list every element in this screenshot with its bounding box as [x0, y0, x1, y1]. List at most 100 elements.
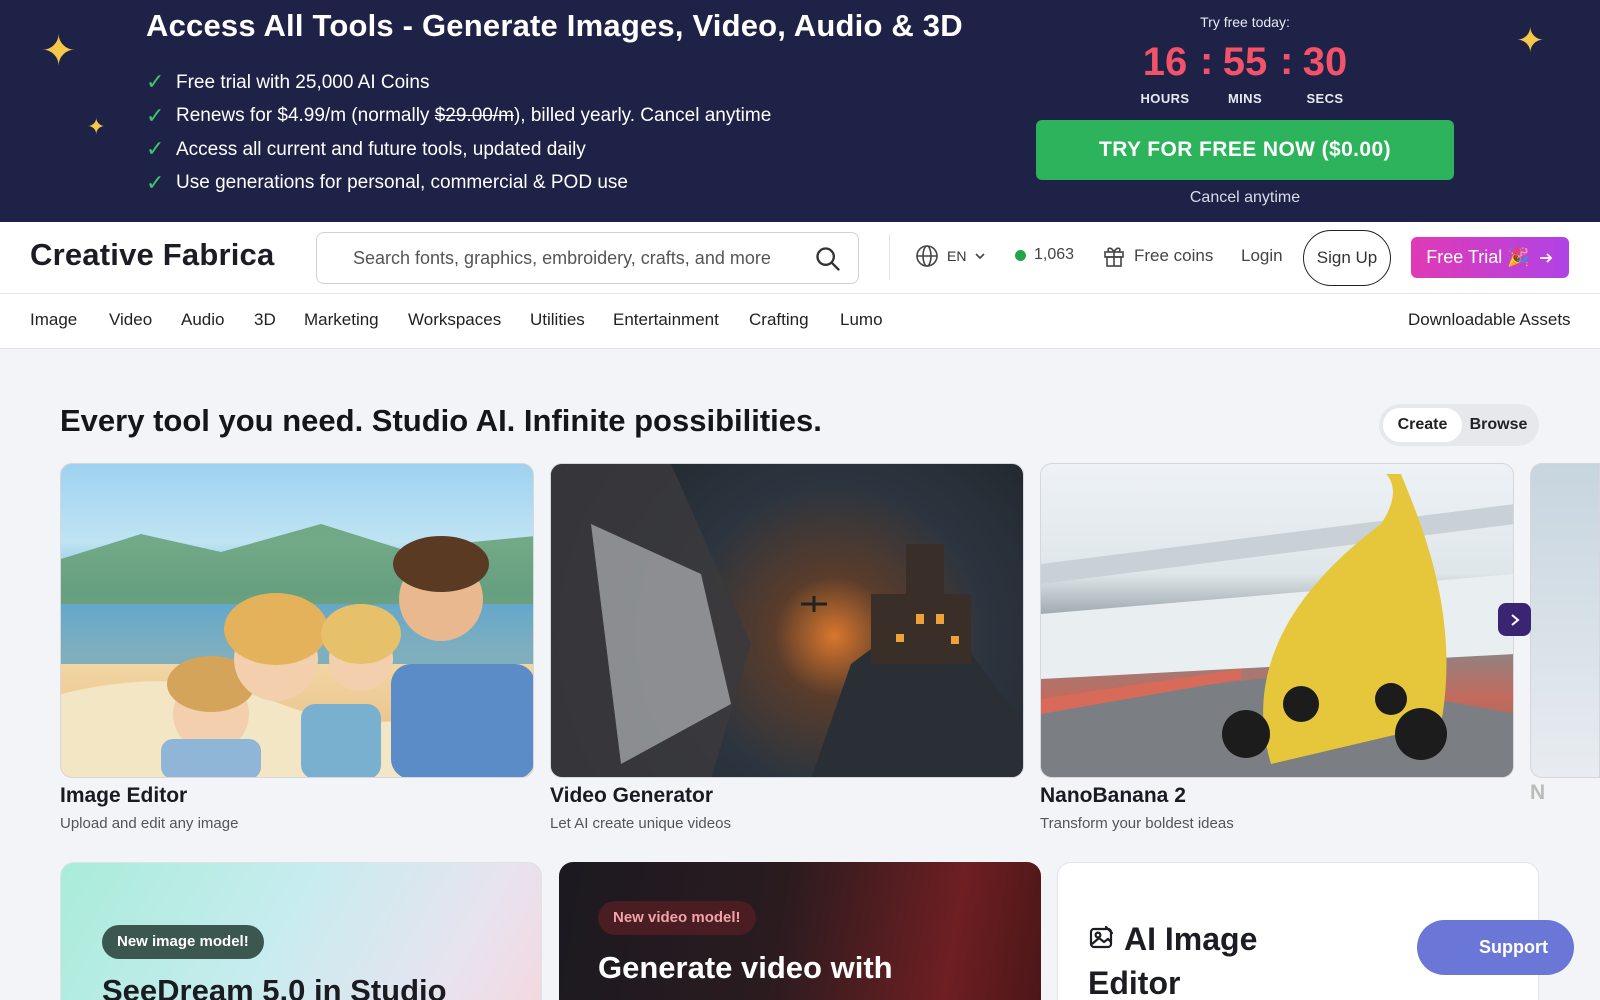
page-headline: Every tool you need. Studio AI. Infinite… — [60, 403, 822, 438]
timer-separator: : — [1200, 39, 1214, 83]
promo-benefit-text: Access all current and future tools, upd… — [176, 138, 586, 160]
cancel-anytime-text: Cancel anytime — [1189, 189, 1301, 206]
chevron-right-icon — [1510, 613, 1520, 626]
timer-mins: 55 MINS — [1210, 38, 1280, 106]
nav-item-downloadable-assets[interactable]: Downloadable Assets — [1408, 310, 1571, 330]
nav-item-marketing[interactable]: Marketing — [304, 310, 379, 330]
tool-card-subtitle: Let AI create unique videos — [550, 815, 731, 832]
tool-card-nanobanana[interactable]: NanoBanana 2 Transform your boldest idea… — [1040, 463, 1514, 832]
sparkle-icon: ✦ — [1516, 21, 1545, 61]
original-price: $29.00/m — [434, 105, 514, 127]
promo-card-video[interactable]: New video model! Generate video with — [559, 862, 1041, 1000]
nav-item-utilities[interactable]: Utilities — [530, 310, 585, 330]
new-model-badge: New video model! — [598, 901, 756, 935]
secs-label: SECS — [1306, 91, 1344, 106]
nav-item-3d[interactable]: 3D — [254, 310, 276, 330]
carousel-next-button[interactable] — [1498, 603, 1531, 636]
promo-title: Access All Tools - Generate Images, Vide… — [146, 8, 963, 43]
login-link[interactable]: Login — [1241, 246, 1283, 266]
timer-separator: : — [1280, 39, 1294, 83]
nav-item-lumo[interactable]: Lumo — [840, 310, 883, 330]
free-coins-label: Free coins — [1134, 246, 1214, 265]
tool-card-title: Image Editor — [60, 784, 188, 807]
globe-icon — [916, 245, 938, 267]
search-input[interactable] — [353, 247, 803, 269]
tool-card-video-generator[interactable]: Video Generator Let AI create unique vid… — [550, 463, 1024, 832]
nav-item-video[interactable]: Video — [109, 310, 152, 330]
castle-cliff-illustration — [551, 464, 1023, 777]
nav-item-audio[interactable]: Audio — [181, 310, 224, 330]
check-icon: ✓ — [146, 103, 165, 129]
arrow-right-icon — [1539, 252, 1552, 263]
tool-card-image-editor[interactable]: Image Editor Upload and edit any image — [60, 463, 534, 832]
category-nav: Image Video Audio 3D Marketing Workspace… — [0, 294, 1600, 349]
nav-item-image[interactable]: Image — [30, 310, 77, 330]
promo-banner: ✦ ✦ ✦ Access All Tools - Generate Images… — [0, 0, 1600, 222]
secs-value: 30 — [1302, 40, 1348, 84]
search-icon[interactable] — [814, 245, 842, 273]
header-divider — [889, 234, 890, 280]
check-icon: ✓ — [146, 170, 165, 196]
billing-text: ), billed yearly. Cancel anytime — [513, 105, 772, 127]
sign-up-button[interactable]: Sign Up — [1303, 230, 1391, 286]
countdown-timer: 16 HOURS : 55 MINS : 30 SECS — [1036, 38, 1454, 106]
create-browse-toggle: Create Browse — [1379, 404, 1539, 446]
tool-card-peek-title: N — [1530, 781, 1546, 804]
check-icon: ✓ — [146, 70, 165, 96]
online-dot-icon — [1015, 249, 1026, 261]
tool-card-subtitle: Upload and edit any image — [60, 815, 239, 832]
language-selector[interactable]: EN — [915, 244, 986, 268]
tool-card-thumbnail — [1040, 463, 1514, 778]
promo-benefits-list: ✓ Free trial with 25,000 AI Coins ✓ Rene… — [146, 66, 771, 200]
promo-benefit: ✓ Renews for $4.99/m (normally $29.00/m)… — [146, 100, 771, 134]
site-logo[interactable]: Creative Fabrica — [30, 237, 274, 273]
promo-card-title: AI Image Editor — [1088, 917, 1328, 1000]
site-header: Creative Fabrica EN 1,063 Free coins Log… — [0, 222, 1600, 294]
support-button[interactable]: Support — [1417, 920, 1574, 975]
banana-car-illustration — [1041, 474, 1513, 777]
nav-item-workspaces[interactable]: Workspaces — [408, 310, 501, 330]
promo-benefit: ✓ Access all current and future tools, u… — [146, 133, 771, 167]
tool-card-subtitle: Transform your boldest ideas — [1040, 815, 1234, 832]
countdown-panel: Try free today: 16 HOURS : 55 MINS : 30 … — [1036, 0, 1454, 222]
timer-hours: 16 HOURS — [1130, 38, 1200, 106]
check-icon: ✓ — [146, 137, 165, 163]
tool-card-thumbnail — [60, 463, 534, 778]
nav-item-entertainment[interactable]: Entertainment — [613, 310, 719, 330]
free-coins-link[interactable]: Free coins — [1103, 244, 1213, 268]
tool-card-peek[interactable] — [1530, 463, 1600, 778]
gift-icon — [1104, 247, 1124, 267]
tool-card-thumbnail — [550, 463, 1024, 778]
toggle-browse[interactable]: Browse — [1462, 408, 1535, 442]
sparkle-icon: ✦ — [87, 115, 106, 140]
promo-benefit: ✓ Free trial with 25,000 AI Coins — [146, 66, 771, 100]
hours-label: HOURS — [1140, 91, 1190, 106]
chevron-down-icon — [975, 253, 986, 260]
language-code: EN — [947, 248, 967, 264]
free-trial-button[interactable]: Free Trial 🎉 — [1411, 237, 1569, 278]
nav-item-crafting[interactable]: Crafting — [749, 310, 809, 330]
free-trial-label: Free Trial 🎉 — [1426, 247, 1530, 267]
new-model-badge: New image model! — [102, 925, 264, 959]
toggle-create[interactable]: Create — [1383, 408, 1462, 442]
mins-label: MINS — [1227, 91, 1263, 106]
price-text: Renews for $4.99/m (normally — [176, 105, 435, 127]
online-count: 1,063 — [1034, 246, 1075, 263]
timer-secs: 30 SECS — [1290, 38, 1360, 106]
promo-card-title: SeeDream 5.0 in Studio — [102, 973, 447, 1000]
promo-benefit-text: Renews for $4.99/m (normally $29.00/m), … — [176, 105, 771, 127]
tool-card-title: NanoBanana 2 — [1040, 784, 1186, 807]
sparkle-icon: ✦ — [41, 26, 77, 75]
try-free-button[interactable]: TRY FOR FREE NOW ($0.00) — [1036, 120, 1454, 180]
promo-benefit-text: Free trial with 25,000 AI Coins — [176, 71, 430, 93]
online-counter: 1,063 — [1015, 246, 1074, 264]
timer-label: Try free today: — [1200, 14, 1290, 30]
promo-card-seedream[interactable]: New image model! SeeDream 5.0 in Studio — [60, 862, 542, 1000]
promo-benefit-text: Use generations for personal, commercial… — [176, 172, 628, 194]
family-beach-illustration — [61, 524, 533, 777]
promo-benefit: ✓ Use generations for personal, commerci… — [146, 167, 771, 201]
promo-card-title: Generate video with — [598, 950, 893, 985]
search-bar[interactable] — [316, 232, 859, 284]
mins-value: 55 — [1222, 40, 1268, 84]
hours-value: 16 — [1142, 40, 1188, 84]
